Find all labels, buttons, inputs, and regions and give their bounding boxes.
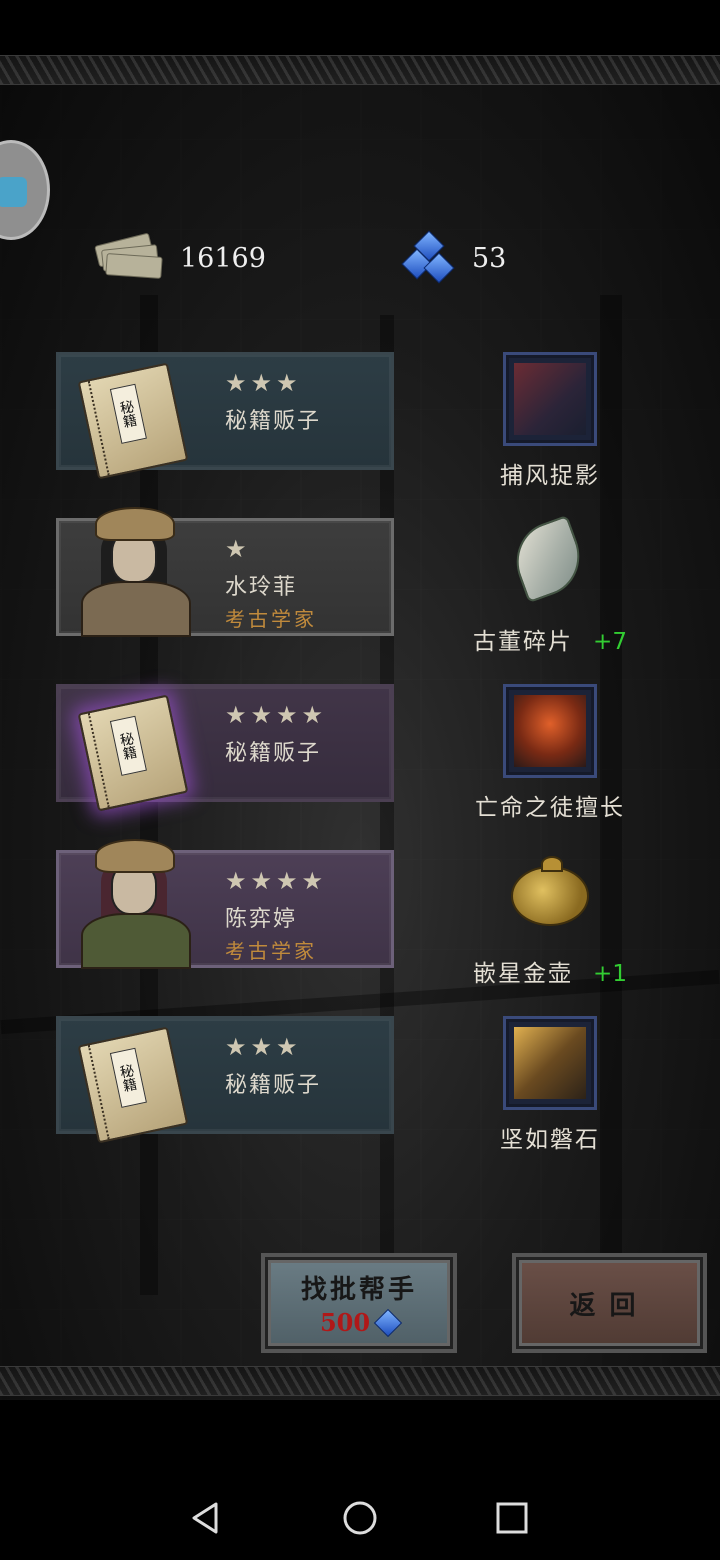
book-art: 秘籍 — [77, 1026, 189, 1144]
app-badge-icon — [0, 177, 27, 207]
antique-shard-icon — [503, 514, 597, 612]
skill-icon — [503, 352, 597, 446]
gold-teapot-icon — [503, 850, 597, 944]
reward-item[interactable]: 坚如磐石 — [450, 1016, 650, 1154]
book-label: 秘籍 — [109, 1047, 147, 1108]
star-rating: ★★★ — [225, 369, 302, 397]
top-border-decoration — [0, 55, 720, 85]
book-label: 秘籍 — [109, 383, 147, 444]
gem-icon — [373, 1308, 403, 1337]
reward-item[interactable]: 古董碎片 +7 — [450, 514, 650, 656]
reward-label: 古董碎片 +7 — [473, 629, 627, 655]
skill-icon — [503, 684, 597, 778]
book-art: 秘籍 — [77, 694, 189, 812]
reward-label: 坚如磐石 — [500, 1127, 600, 1153]
star-rating: ★★★★ — [225, 867, 328, 895]
back-label: 返回 — [569, 1290, 650, 1321]
reward-bonus: +1 — [593, 961, 627, 987]
hero-portrait — [65, 507, 205, 637]
circle-home-icon[interactable] — [340, 1498, 380, 1538]
book-label: 秘籍 — [109, 715, 147, 776]
game-screen: 16169 53 秘籍 ★★★ 秘籍贩子 捕风捉影 ★ 水玲菲 考古学家 古董碎… — [0, 0, 720, 1560]
gems-value: 53 — [472, 242, 507, 274]
skill-icon — [503, 1016, 597, 1110]
recruit-name: 秘籍贩子 — [225, 741, 322, 766]
reward-item[interactable]: 亡命之徒擅长 — [450, 684, 650, 822]
reward-label: 捕风捉影 — [500, 463, 600, 489]
recruit-name: 秘籍贩子 — [225, 409, 322, 434]
reward-bonus: +7 — [593, 629, 627, 655]
star-rating: ★★★★ — [225, 701, 328, 729]
triangle-back-icon[interactable] — [186, 1498, 226, 1538]
reward-label: 亡命之徒擅长 — [475, 795, 625, 821]
recruit-card[interactable]: 秘籍 ★★★ 秘籍贩子 — [56, 352, 394, 480]
recruit-row: 秘籍 ★★★★ 秘籍贩子 亡命之徒擅长 — [0, 684, 720, 844]
recruit-class: 考古学家 — [225, 939, 317, 963]
recruit-card[interactable]: ★ 水玲菲 考古学家 — [56, 507, 394, 637]
money-display: 16169 — [92, 232, 266, 284]
star-rating: ★★★ — [225, 1033, 302, 1061]
hire-cost: 500 — [319, 1308, 371, 1337]
recruit-card[interactable]: 秘籍 ★★★★ 秘籍贩子 — [56, 684, 394, 812]
reward-item[interactable]: 嵌星金壶 +1 — [450, 850, 650, 988]
recruit-row: ★ 水玲菲 考古学家 古董碎片 +7 — [0, 507, 720, 678]
recruit-row: 秘籍 ★★★ 秘籍贩子 坚如磐石 — [0, 1016, 720, 1176]
star-rating: ★ — [225, 535, 251, 563]
hire-helpers-button[interactable]: 找批帮手 500 — [261, 1253, 457, 1353]
recruit-name: 陈弈婷 — [225, 907, 298, 932]
book-art: 秘籍 — [77, 362, 189, 480]
gems-display: 53 — [401, 230, 507, 285]
money-stack-icon — [92, 232, 164, 283]
money-value: 16169 — [180, 242, 266, 274]
recruit-class: 考古学家 — [225, 607, 317, 631]
system-nav-bar — [0, 1470, 720, 1560]
back-button[interactable]: 返回 — [512, 1253, 707, 1353]
recruit-row: ★★★★ 陈弈婷 考古学家 嵌星金壶 +1 — [0, 839, 720, 1010]
hire-label: 找批帮手 — [300, 1275, 417, 1305]
reward-label: 嵌星金壶 +1 — [473, 961, 627, 987]
recruit-card[interactable]: 秘籍 ★★★ 秘籍贩子 — [56, 1016, 394, 1144]
reward-item[interactable]: 捕风捉影 — [450, 352, 650, 490]
recruit-name: 秘籍贩子 — [225, 1073, 322, 1098]
blue-gems-icon — [401, 230, 456, 285]
square-recent-icon[interactable] — [492, 1498, 532, 1538]
recruit-row: 秘籍 ★★★ 秘籍贩子 捕风捉影 — [0, 352, 720, 512]
bottom-border-decoration — [0, 1366, 720, 1396]
recruit-card[interactable]: ★★★★ 陈弈婷 考古学家 — [56, 839, 394, 969]
hero-portrait — [65, 839, 205, 969]
recruit-name: 水玲菲 — [225, 575, 298, 600]
